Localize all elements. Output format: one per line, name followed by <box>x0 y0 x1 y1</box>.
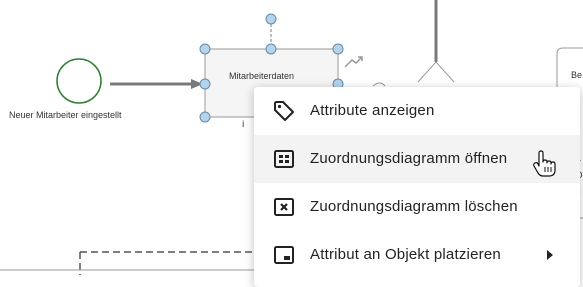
menu-item-delete-assignment-diagram[interactable]: Zuordnungsdiagramm löschen <box>254 183 580 231</box>
rotation-handle[interactable] <box>265 13 277 25</box>
info-marker[interactable]: i <box>242 119 245 129</box>
resize-handle[interactable] <box>199 43 211 55</box>
hand-pointer-cursor-icon <box>533 150 556 177</box>
resize-handle[interactable] <box>265 43 277 55</box>
assignment-diagram-open-icon <box>274 150 294 168</box>
menu-item-label: Zuordnungsdiagramm öffnen <box>310 150 508 167</box>
quick-connect-icon[interactable] <box>344 56 363 68</box>
menu-item-place-attribute[interactable]: Attribut an Objekt platzieren <box>254 231 580 279</box>
right-task-label: Be <box>571 70 583 80</box>
submenu-arrow-icon <box>547 250 553 260</box>
task-label: Mitarbeiterdaten <box>229 71 295 81</box>
start-event[interactable] <box>56 58 102 104</box>
menu-item-label: Attribut an Objekt platzieren <box>310 246 501 263</box>
resize-handle[interactable] <box>199 111 211 123</box>
tag-icon <box>274 101 294 121</box>
resize-handle[interactable] <box>199 78 211 90</box>
resize-handle[interactable] <box>332 43 344 55</box>
menu-item-label: Zuordnungsdiagramm löschen <box>310 198 518 215</box>
connector-stub <box>372 82 386 87</box>
context-menu: Attribute anzeigen Zuordnungsdiagramm öf… <box>254 87 580 287</box>
place-attribute-icon <box>274 246 294 264</box>
menu-item-label: Attribute anzeigen <box>310 102 435 119</box>
menu-item-show-attributes[interactable]: Attribute anzeigen <box>254 87 580 135</box>
start-event-label: Neuer Mitarbeiter eingestellt <box>9 110 122 120</box>
gateway-shape[interactable] <box>417 61 455 83</box>
assignment-diagram-delete-icon <box>274 198 294 216</box>
